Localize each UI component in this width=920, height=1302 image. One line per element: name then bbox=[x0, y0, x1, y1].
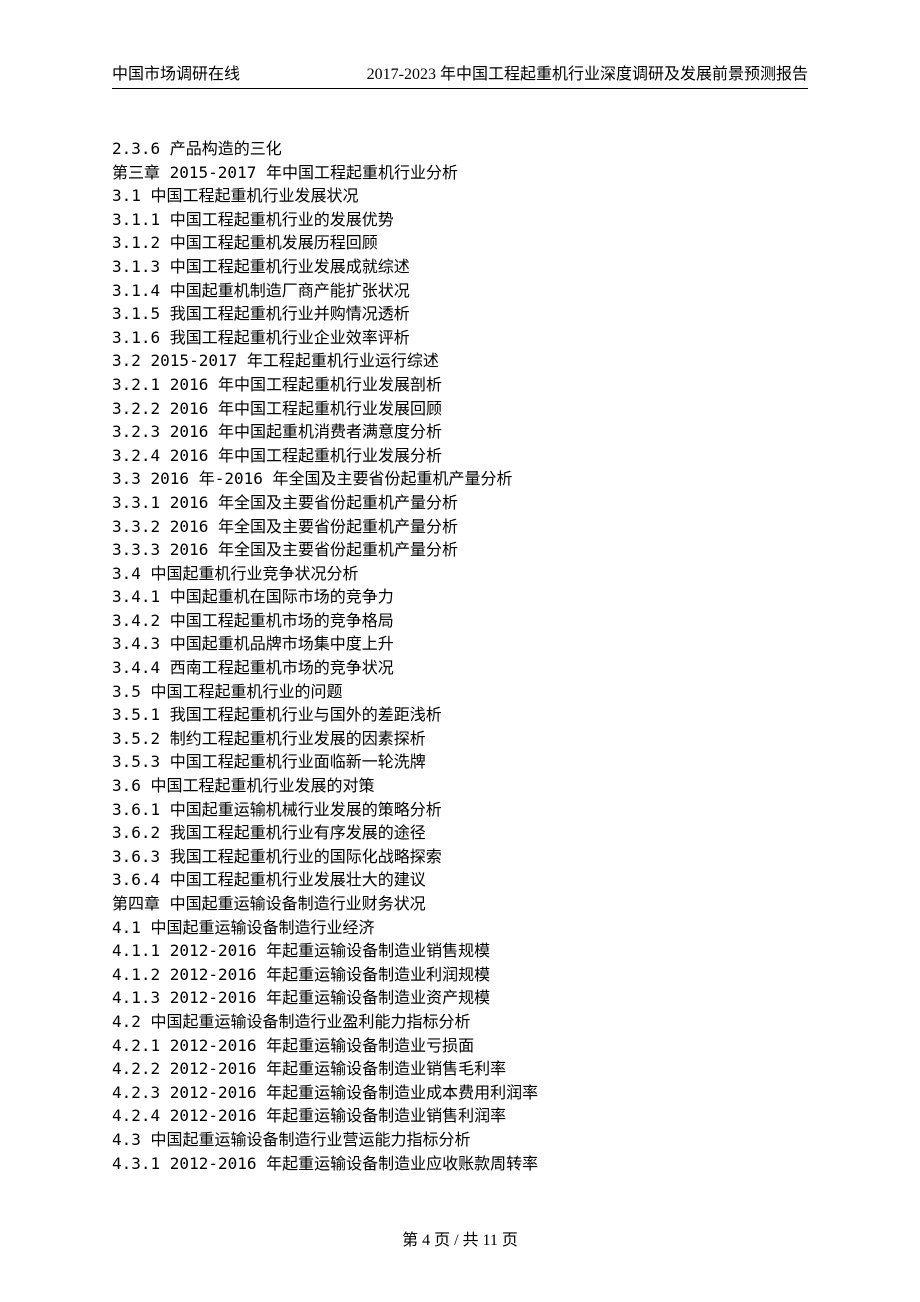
toc-line: 2.3.6 产品构造的三化 bbox=[112, 137, 808, 161]
toc-line: 第四章 中国起重运输设备制造行业财务状况 bbox=[112, 892, 808, 916]
header-left-text: 中国市场调研在线 bbox=[112, 60, 240, 84]
toc-line: 4.2.2 2012-2016 年起重运输设备制造业销售毛利率 bbox=[112, 1057, 808, 1081]
toc-line: 3.4.4 西南工程起重机市场的竞争状况 bbox=[112, 656, 808, 680]
page-number: 第 4 页 / 共 11 页 bbox=[402, 1232, 518, 1249]
toc-line: 3.1.5 我国工程起重机行业并购情况透析 bbox=[112, 302, 808, 326]
toc-line: 3.2 2015-2017 年工程起重机行业运行综述 bbox=[112, 349, 808, 373]
toc-line: 4.3.1 2012-2016 年起重运输设备制造业应收账款周转率 bbox=[112, 1152, 808, 1176]
toc-line: 3.1.1 中国工程起重机行业的发展优势 bbox=[112, 208, 808, 232]
toc-line: 3.4.2 中国工程起重机市场的竞争格局 bbox=[112, 609, 808, 633]
toc-line: 3.5.3 中国工程起重机行业面临新一轮洗牌 bbox=[112, 750, 808, 774]
toc-line: 3.5 中国工程起重机行业的问题 bbox=[112, 680, 808, 704]
toc-line: 3.4.3 中国起重机品牌市场集中度上升 bbox=[112, 632, 808, 656]
toc-line: 3.4 中国起重机行业竞争状况分析 bbox=[112, 562, 808, 586]
toc-line: 3.1 中国工程起重机行业发展状况 bbox=[112, 184, 808, 208]
toc-line: 4.3 中国起重运输设备制造行业营运能力指标分析 bbox=[112, 1128, 808, 1152]
toc-line: 3.1.2 中国工程起重机发展历程回顾 bbox=[112, 231, 808, 255]
header-right-text: 2017-2023 年中国工程起重机行业深度调研及发展前景预测报告 bbox=[367, 60, 808, 84]
toc-line: 3.6 中国工程起重机行业发展的对策 bbox=[112, 774, 808, 798]
toc-line: 3.6.1 中国起重运输机械行业发展的策略分析 bbox=[112, 798, 808, 822]
toc-line: 3.1.3 中国工程起重机行业发展成就综述 bbox=[112, 255, 808, 279]
toc-line: 3.2.1 2016 年中国工程起重机行业发展剖析 bbox=[112, 373, 808, 397]
toc-line: 3.3.3 2016 年全国及主要省份起重机产量分析 bbox=[112, 538, 808, 562]
toc-line: 4.1 中国起重运输设备制造行业经济 bbox=[112, 916, 808, 940]
toc-line: 4.2.1 2012-2016 年起重运输设备制造业亏损面 bbox=[112, 1034, 808, 1058]
toc-line: 3.6.2 我国工程起重机行业有序发展的途径 bbox=[112, 821, 808, 845]
toc-line: 4.1.2 2012-2016 年起重运输设备制造业利润规模 bbox=[112, 963, 808, 987]
toc-line: 4.1.3 2012-2016 年起重运输设备制造业资产规模 bbox=[112, 986, 808, 1010]
document-page: 中国市场调研在线 2017-2023 年中国工程起重机行业深度调研及发展前景预测… bbox=[0, 0, 920, 1302]
toc-line: 3.6.4 中国工程起重机行业发展壮大的建议 bbox=[112, 868, 808, 892]
toc-line: 第三章 2015-2017 年中国工程起重机行业分析 bbox=[112, 161, 808, 185]
toc-line: 3.1.6 我国工程起重机行业企业效率评析 bbox=[112, 326, 808, 350]
toc-line: 3.3 2016 年-2016 年全国及主要省份起重机产量分析 bbox=[112, 467, 808, 491]
toc-line: 3.1.4 中国起重机制造厂商产能扩张状况 bbox=[112, 279, 808, 303]
toc-line: 3.5.2 制约工程起重机行业发展的因素探析 bbox=[112, 727, 808, 751]
toc-line: 3.3.2 2016 年全国及主要省份起重机产量分析 bbox=[112, 515, 808, 539]
toc-line: 4.2 中国起重运输设备制造行业盈利能力指标分析 bbox=[112, 1010, 808, 1034]
toc-line: 3.3.1 2016 年全国及主要省份起重机产量分析 bbox=[112, 491, 808, 515]
toc-line: 4.2.4 2012-2016 年起重运输设备制造业销售利润率 bbox=[112, 1104, 808, 1128]
toc-line: 3.2.4 2016 年中国工程起重机行业发展分析 bbox=[112, 444, 808, 468]
toc-line: 4.1.1 2012-2016 年起重运输设备制造业销售规模 bbox=[112, 939, 808, 963]
page-footer: 第 4 页 / 共 11 页 bbox=[0, 1226, 920, 1250]
toc-line: 3.2.2 2016 年中国工程起重机行业发展回顾 bbox=[112, 397, 808, 421]
toc-content: 2.3.6 产品构造的三化 第三章 2015-2017 年中国工程起重机行业分析… bbox=[0, 137, 920, 1175]
toc-line: 3.2.3 2016 年中国起重机消费者满意度分析 bbox=[112, 420, 808, 444]
toc-line: 3.6.3 我国工程起重机行业的国际化战略探索 bbox=[112, 845, 808, 869]
header-divider bbox=[112, 88, 808, 89]
page-header: 中国市场调研在线 2017-2023 年中国工程起重机行业深度调研及发展前景预测… bbox=[0, 60, 920, 84]
toc-line: 3.4.1 中国起重机在国际市场的竞争力 bbox=[112, 585, 808, 609]
toc-line: 3.5.1 我国工程起重机行业与国外的差距浅析 bbox=[112, 703, 808, 727]
toc-line: 4.2.3 2012-2016 年起重运输设备制造业成本费用利润率 bbox=[112, 1081, 808, 1105]
